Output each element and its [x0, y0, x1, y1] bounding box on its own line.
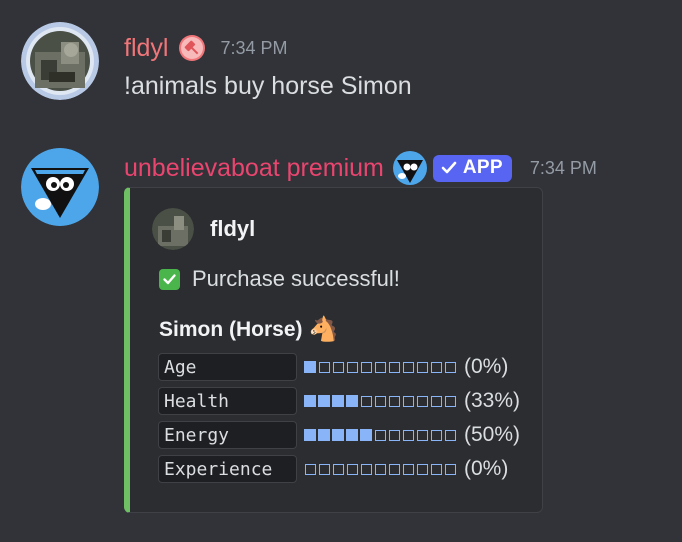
horse-emoji-icon: 🐴	[308, 316, 339, 343]
timestamp: 7:34 PM	[529, 157, 597, 178]
embed-card: fldyl Purchase successful! Simon (Horse)…	[124, 187, 543, 513]
bar-segment-empty	[402, 463, 414, 475]
check-mark-button-icon	[159, 268, 180, 290]
embed-author-avatar	[152, 208, 194, 250]
checkmark-icon	[440, 159, 458, 177]
bar-segment-filled	[318, 429, 330, 441]
message-text: !animals buy horse Simon	[124, 72, 412, 100]
embed-description: Purchase successful!	[159, 266, 400, 292]
app-badge: APP	[432, 154, 512, 182]
bar-segment-empty	[318, 463, 330, 475]
bar-segment-empty	[402, 361, 414, 373]
bar-segment-empty	[430, 463, 442, 475]
user-avatar[interactable]	[21, 22, 99, 100]
bar-segment-empty	[388, 361, 400, 373]
field-title-text: Simon (Horse)	[159, 317, 303, 341]
stat-row: Health (33%)	[158, 384, 520, 418]
stat-bar	[304, 361, 456, 373]
bar-segment-empty	[444, 395, 456, 407]
gavel-icon	[178, 34, 206, 62]
stat-label: Age	[158, 353, 297, 381]
bar-segment-filled	[304, 429, 316, 441]
bar-segment-empty	[360, 395, 372, 407]
bar-segment-empty	[416, 463, 428, 475]
bar-segment-empty	[388, 463, 400, 475]
bar-segment-empty	[416, 361, 428, 373]
bar-segment-empty	[332, 361, 344, 373]
username[interactable]: fldyl	[124, 34, 168, 62]
stats-list: Age (0%) Health (33%) Energy (50%) Experience (…	[158, 350, 520, 486]
bar-segment-empty	[374, 395, 386, 407]
bar-segment-filled	[332, 395, 344, 407]
stat-row: Age (0%)	[158, 350, 520, 384]
bar-segment-empty	[444, 361, 456, 373]
bar-segment-empty	[388, 395, 400, 407]
bar-segment-empty	[318, 361, 330, 373]
stat-row: Experience (0%)	[158, 452, 520, 486]
bar-segment-empty	[346, 361, 358, 373]
bot-badge-icon	[392, 150, 428, 186]
bar-segment-empty	[402, 429, 414, 441]
bar-segment-empty	[444, 463, 456, 475]
stat-label: Energy	[158, 421, 297, 449]
bar-segment-filled	[346, 429, 358, 441]
bar-segment-filled	[332, 429, 344, 441]
bar-segment-empty	[388, 429, 400, 441]
description-text: Purchase successful!	[192, 266, 400, 291]
message-header: unbelievaboat premium APP 7:34 PM	[124, 150, 597, 186]
embed-author-name[interactable]: fldyl	[210, 216, 255, 242]
stat-row: Energy (50%)	[158, 418, 520, 452]
bot-avatar[interactable]	[21, 148, 99, 226]
stat-percent: (0%)	[464, 457, 509, 480]
bar-segment-empty	[416, 395, 428, 407]
stat-bar	[304, 395, 456, 407]
bar-segment-filled	[360, 429, 372, 441]
timestamp: 7:34 PM	[220, 37, 288, 58]
stat-label: Experience	[158, 455, 297, 483]
app-badge-label: APP	[462, 157, 503, 178]
bar-segment-filled	[346, 395, 358, 407]
stat-percent: (50%)	[464, 423, 521, 446]
bar-segment-empty	[416, 429, 428, 441]
bar-segment-empty	[346, 463, 358, 475]
bar-segment-empty	[374, 429, 386, 441]
bar-segment-empty	[360, 361, 372, 373]
bar-segment-filled	[304, 361, 316, 373]
embed-field-title: Simon (Horse) 🐴	[159, 315, 338, 344]
bar-segment-empty	[360, 463, 372, 475]
bar-segment-empty	[374, 361, 386, 373]
message-header: fldyl 7:34 PM	[124, 34, 288, 62]
bot-username[interactable]: unbelievaboat premium	[124, 154, 384, 182]
bar-segment-empty	[430, 429, 442, 441]
bar-segment-empty	[430, 395, 442, 407]
stat-label: Health	[158, 387, 297, 415]
bar-segment-empty	[304, 463, 316, 475]
stat-bar	[304, 429, 456, 441]
bar-segment-empty	[430, 361, 442, 373]
stat-percent: (0%)	[464, 355, 509, 378]
message-user-command: fldyl 7:34 PM !animals buy horse Simon	[0, 22, 682, 112]
bar-segment-filled	[318, 395, 330, 407]
embed-author: fldyl	[152, 208, 255, 250]
bar-segment-empty	[402, 395, 414, 407]
bar-segment-empty	[374, 463, 386, 475]
stat-percent: (33%)	[464, 389, 521, 412]
bar-segment-empty	[332, 463, 344, 475]
bar-segment-filled	[304, 395, 316, 407]
bar-segment-empty	[444, 429, 456, 441]
stat-bar	[304, 463, 456, 475]
message-bot-response: unbelievaboat premium APP 7:34 PM fldyl …	[0, 138, 682, 528]
